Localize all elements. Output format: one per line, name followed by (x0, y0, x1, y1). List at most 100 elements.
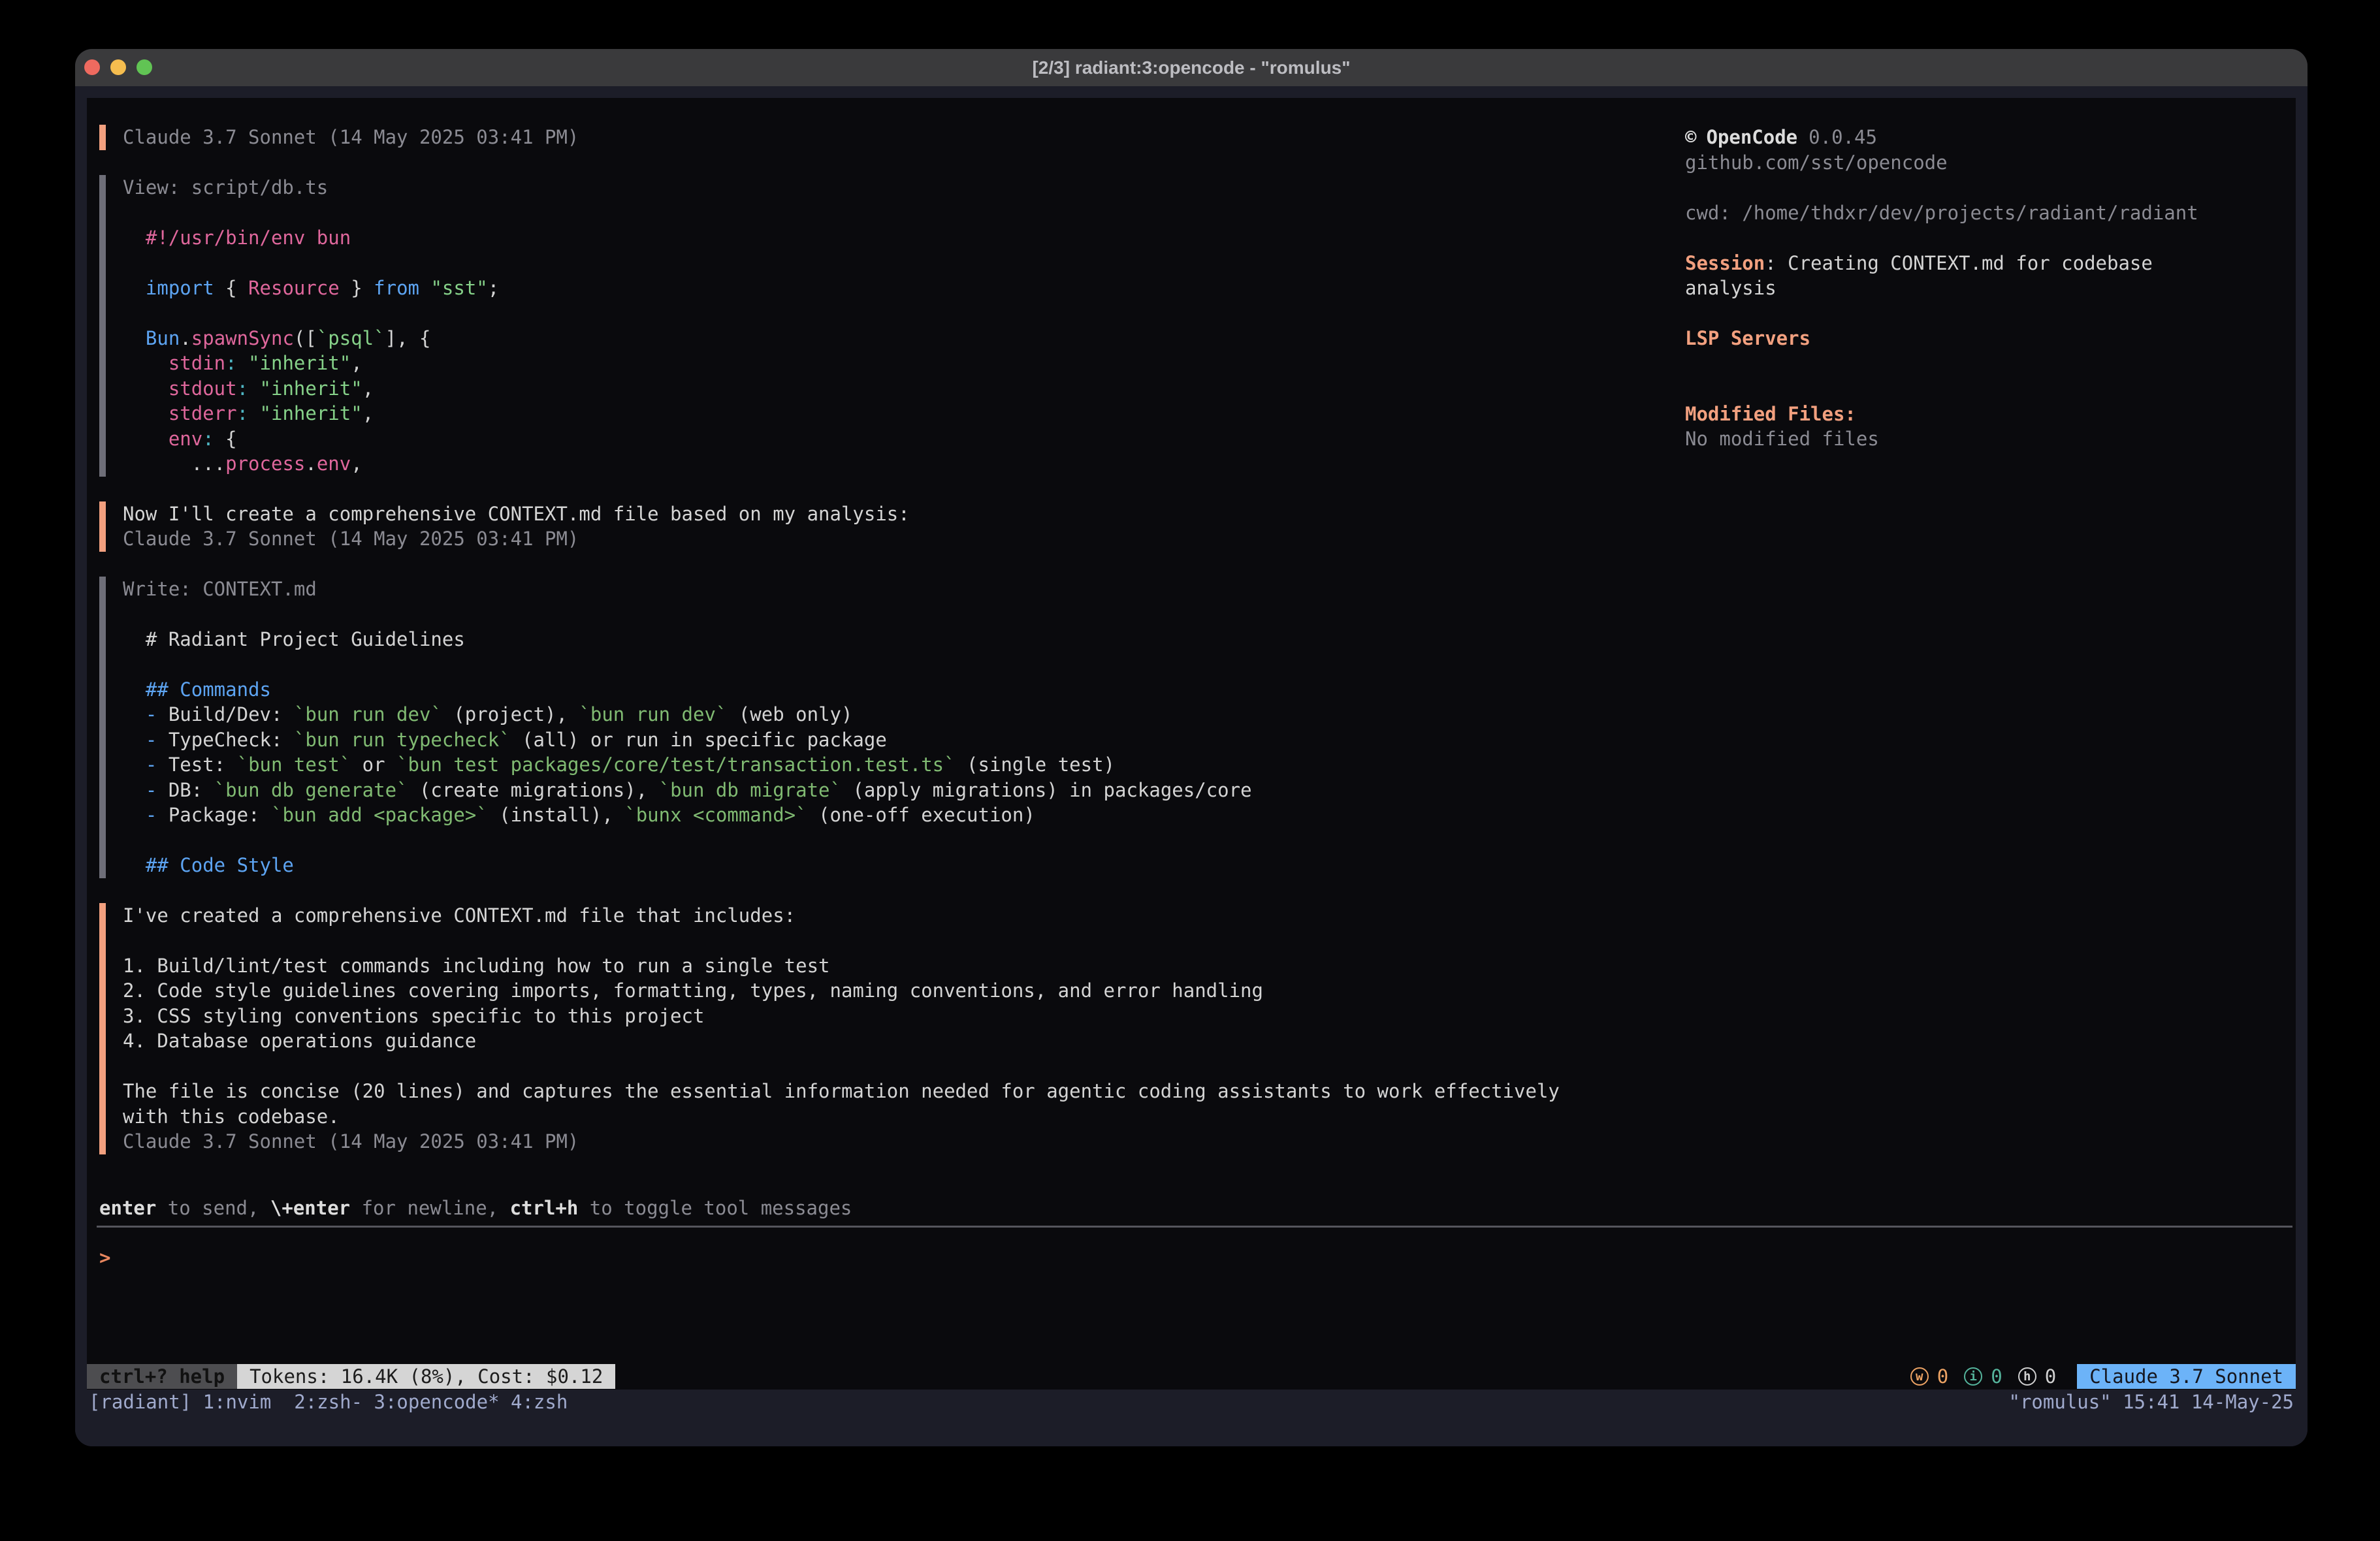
chat-line: Claude 3.7 Sonnet (14 May 2025 03:41 PM) (123, 1129, 1660, 1154)
text-segment: "inherit" (260, 402, 362, 424)
chat-line: Now I'll create a comprehensive CONTEXT.… (123, 501, 1660, 527)
minimize-button[interactable] (110, 59, 126, 75)
text-segment: , (351, 453, 362, 475)
text-segment: `bun db migrate` (659, 779, 841, 801)
help-badge: ctrl+? help (87, 1364, 237, 1389)
text-segment: #!/usr/bin/env bun (123, 227, 351, 249)
text-segment: - (123, 754, 157, 776)
text-segment: (single test) (956, 754, 1115, 776)
lsp-servers-heading: LSP Servers (1685, 326, 2227, 351)
text-segment: - (123, 703, 157, 725)
prompt-input[interactable]: > (99, 1245, 2281, 1271)
text-segment: { (214, 277, 248, 299)
chat-line: import { Resource } from "sst"; (123, 276, 1660, 301)
chat-line: ## Commands (123, 677, 1660, 703)
warning-value: 0 (1937, 1365, 1948, 1388)
chat-line: Write: CONTEXT.md (123, 577, 1660, 602)
opencode-tui: Claude 3.7 Sonnet (14 May 2025 03:41 PM)… (87, 98, 2296, 1390)
modified-files-heading: Modified Files: (1685, 402, 2227, 427)
text-segment (123, 402, 169, 424)
text-segment: `bunx <command>` (624, 804, 807, 826)
repo-link: github.com/sst/opencode (1685, 150, 2227, 176)
zoom-button[interactable] (137, 59, 152, 75)
text-segment: - (123, 779, 157, 801)
text-segment: - (123, 804, 157, 826)
text-segment: (one-off execution) (807, 804, 1035, 826)
info-count: i0 (1964, 1365, 2002, 1388)
cwd-line: cwd: /home/thdxr/dev/projects/radiant/ra… (1685, 200, 2227, 226)
text-segment: `bun run typecheck` (294, 729, 511, 751)
hint-icon: h (2018, 1367, 2036, 1386)
text-segment: env (169, 428, 202, 450)
text-segment: or (351, 754, 396, 776)
text-segment: TypeCheck: (157, 729, 294, 751)
text-segment: spawnSync (191, 327, 294, 349)
hint-value: 0 (2045, 1365, 2056, 1388)
text-segment: for newline, (350, 1197, 509, 1219)
text-segment: \+enter (270, 1197, 350, 1219)
spacer (1685, 301, 2227, 326)
text-segment: (all) or run in specific package (511, 729, 887, 751)
text-segment (123, 377, 169, 400)
text-segment: . (180, 327, 191, 349)
chat-line: Claude 3.7 Sonnet (14 May 2025 03:41 PM) (123, 125, 1660, 150)
text-segment: } (340, 277, 374, 299)
tool-view-block: View: script/db.ts #!/usr/bin/env bun im… (99, 175, 1660, 477)
text-segment: (project), (442, 703, 579, 725)
keybind-help: enter to send, \+enter for newline, ctrl… (99, 1196, 852, 1221)
terminal-content: Claude 3.7 Sonnet (14 May 2025 03:41 PM)… (75, 86, 2308, 1446)
text-segment: , (362, 402, 374, 424)
info-value: 0 (1991, 1365, 2002, 1388)
chat-line: 3. CSS styling conventions specific to t… (123, 1004, 1660, 1029)
text-segment: to send, (156, 1197, 270, 1219)
session-label: Session (1685, 252, 1765, 274)
window-title: [2/3] radiant:3:opencode - "romulus" (75, 49, 2308, 86)
text-segment: ctrl+h (510, 1197, 579, 1219)
close-button[interactable] (84, 59, 100, 75)
text-segment: env (317, 453, 351, 475)
text-segment: Resource (248, 277, 340, 299)
text-segment: : (237, 402, 248, 424)
chat-line (123, 200, 1660, 225)
text-segment: Bun (146, 327, 180, 349)
app-title-line: ©OpenCode0.0.45 (1685, 125, 2227, 150)
text-segment (237, 352, 248, 374)
text-segment: "inherit" (260, 377, 362, 400)
text-segment: "inherit" (248, 352, 351, 374)
text-segment: `bun run dev` (294, 703, 442, 725)
text-segment: "sst" (430, 277, 487, 299)
spacer (1685, 351, 2227, 377)
chat-line: - Build/Dev: `bun run dev` (project), `b… (123, 702, 1660, 727)
text-segment: ], { (385, 327, 431, 349)
right-sidebar: ©OpenCode0.0.45 github.com/sst/opencode … (1685, 125, 2227, 452)
chat-line (123, 300, 1660, 326)
tmux-windows: [radiant] 1:nvim 2:zsh- 3:opencode* 4:zs… (89, 1390, 568, 1415)
chat-line: - TypeCheck: `bun run typecheck` (all) o… (123, 727, 1660, 753)
text-segment: 4. Database operations guidance (123, 1030, 476, 1052)
chat-line: #!/usr/bin/env bun (123, 225, 1660, 251)
terminal-window: [2/3] radiant:3:opencode - "romulus" Cla… (75, 49, 2308, 1446)
text-segment: # Radiant Project Guidelines (123, 628, 465, 650)
text-segment: The file is concise (20 lines) and captu… (123, 1080, 1560, 1102)
tool-write-block: Write: CONTEXT.md # Radiant Project Guid… (99, 577, 1660, 878)
text-segment: Build/Dev: (157, 703, 294, 725)
assistant-summary: I've created a comprehensive CONTEXT.md … (99, 903, 1660, 1154)
chat-line (123, 828, 1660, 853)
chat-line: View: script/db.ts (123, 175, 1660, 200)
text-segment (123, 428, 169, 450)
text-segment: Package: (157, 804, 271, 826)
text-segment: ([ (294, 327, 317, 349)
diagnostics-counts: w0i0h0 (1910, 1364, 2059, 1389)
text-segment: `bun db generate` (214, 779, 408, 801)
opencode-logo-icon: © (1685, 126, 1696, 148)
session-line: Session: Creating CONTEXT.md for codebas… (1685, 251, 2227, 301)
assistant-message: Now I'll create a comprehensive CONTEXT.… (99, 501, 1660, 552)
text-segment: I've created a comprehensive CONTEXT.md … (123, 904, 796, 927)
chat-line: The file is concise (20 lines) and captu… (123, 1079, 1660, 1104)
text-segment: Test: (157, 754, 236, 776)
warning-count: w0 (1910, 1365, 1948, 1388)
chat-line: 4. Database operations guidance (123, 1028, 1660, 1054)
chat-line (123, 1054, 1660, 1079)
chat-line: ...process.env, (123, 451, 1660, 477)
assistant-meta: Claude 3.7 Sonnet (14 May 2025 03:41 PM) (99, 125, 1660, 150)
